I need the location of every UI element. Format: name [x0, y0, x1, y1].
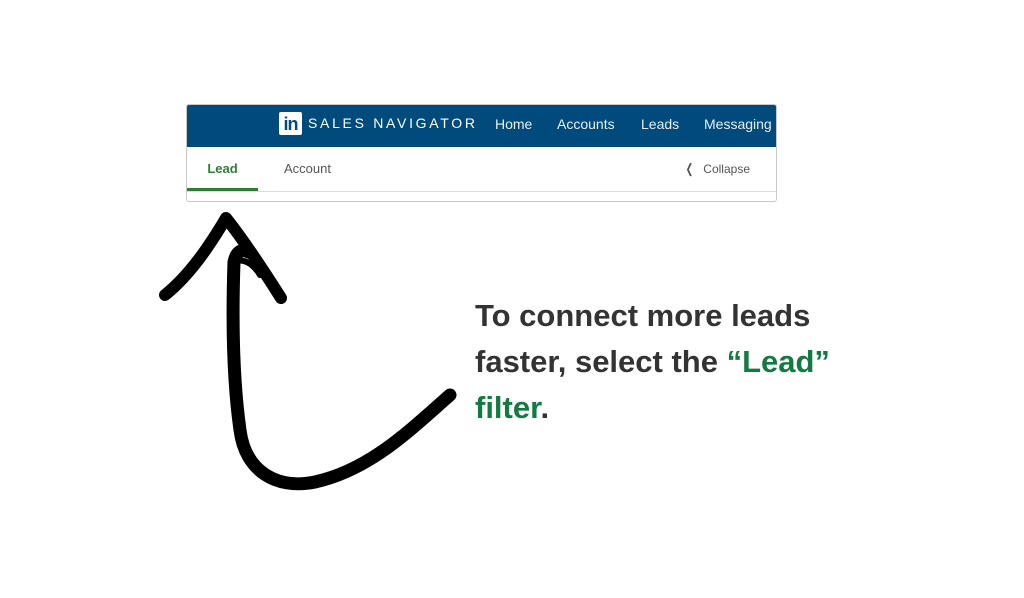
- instruction-text-part2: .: [540, 390, 550, 425]
- instruction-text: To connect more leads faster, select the…: [475, 293, 875, 431]
